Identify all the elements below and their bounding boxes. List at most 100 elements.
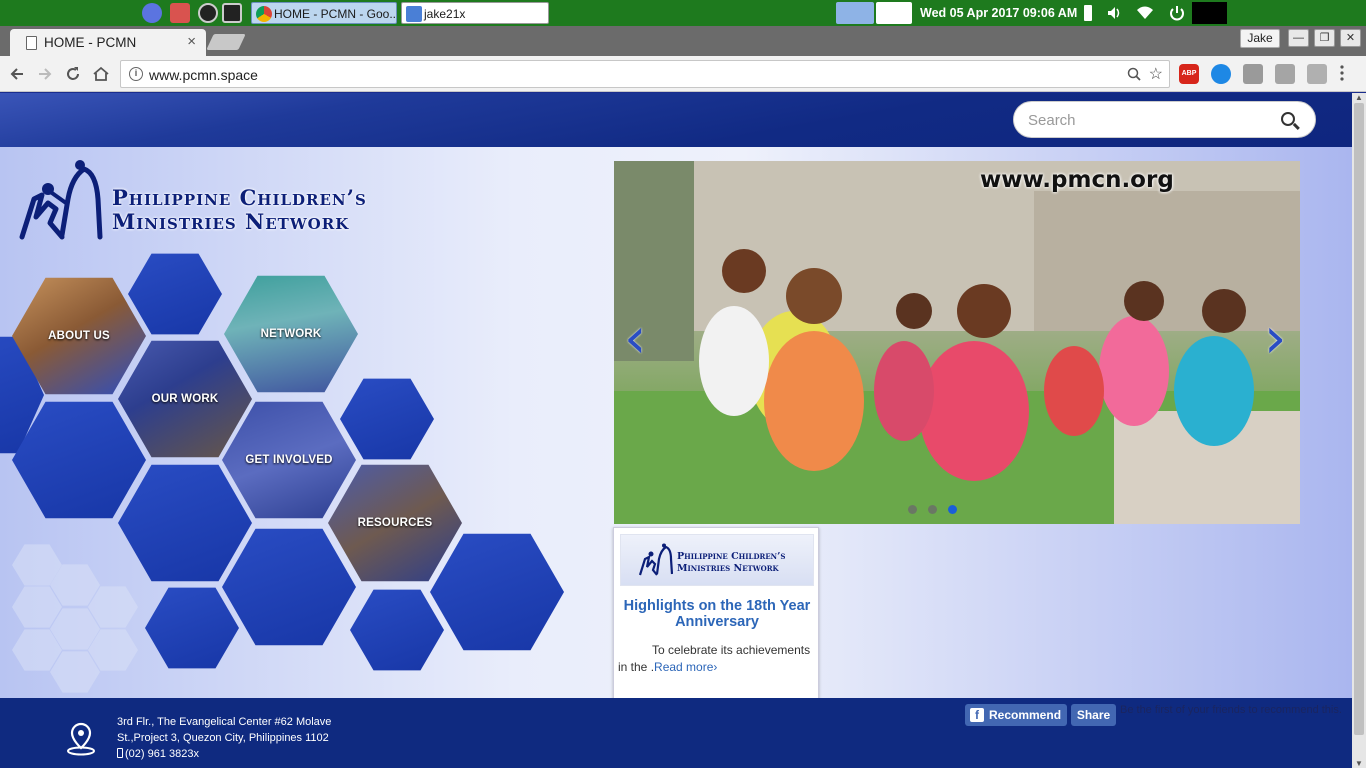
minimize-button[interactable]: — <box>1288 29 1309 47</box>
tab-home-pcmn[interactable]: HOME - PCMN × <box>10 29 206 56</box>
tray-chrome-icon[interactable] <box>836 2 874 24</box>
facebook-recommend-button[interactable]: f Recommend <box>965 704 1067 726</box>
folder-icon <box>406 6 422 22</box>
news-excerpt: To celebrate its achievements in the .Re… <box>618 642 816 676</box>
page-icon <box>26 36 37 50</box>
reload-icon <box>67 67 79 80</box>
scrollbar-thumb[interactable] <box>1354 103 1364 735</box>
carousel-next-icon[interactable]: › <box>1264 311 1294 371</box>
facebook-icon: f <box>970 708 984 722</box>
decorative-hex <box>430 533 564 651</box>
zoom-icon[interactable] <box>1127 65 1141 84</box>
bookmark-star-icon[interactable]: ☆ <box>1149 64 1163 84</box>
recommend-label: Recommend <box>989 708 1062 722</box>
logo-line-1: Philippine Children’s <box>112 185 367 210</box>
nav-resources[interactable]: RESOURCES <box>328 464 462 582</box>
os-taskbar: HOME - PCMN - Goo... jake21x Wed 05 Apr … <box>0 0 1366 26</box>
adblock-plus-icon[interactable]: ABP <box>1179 64 1199 84</box>
carousel-dot[interactable] <box>948 505 957 514</box>
carousel-indicators <box>908 501 968 514</box>
app-menu-icon[interactable] <box>142 3 162 23</box>
banner-url-text: www.pmcn.org <box>980 167 1174 193</box>
home-button[interactable] <box>90 63 112 85</box>
web-page: Philippine Children’s Ministries Network… <box>0 93 1352 768</box>
news-title[interactable]: Highlights on the 18th Year Anniversary <box>618 598 816 630</box>
extension-gray-icon[interactable] <box>1307 64 1327 84</box>
footer-address: 3rd Flr., The Evangelical Center #62 Mol… <box>117 714 331 762</box>
menu-icon[interactable] <box>1340 64 1346 84</box>
url-text[interactable]: www.pcmn.space <box>149 67 258 83</box>
back-arrow-icon <box>10 68 23 80</box>
facebook-social-text: Be the first of your friends to recommen… <box>1120 704 1342 716</box>
carousel-dot[interactable] <box>908 505 917 514</box>
search-bar[interactable] <box>1013 101 1316 138</box>
battery-icon[interactable] <box>1084 5 1092 21</box>
power-icon[interactable] <box>1168 4 1186 22</box>
cpu-monitor-icon <box>1192 2 1227 24</box>
task-folder[interactable]: jake21x <box>401 2 549 24</box>
phone-number: (02) 961 3823x <box>125 748 199 760</box>
browser-tab-strip: HOME - PCMN × Jake — ❐ ✕ <box>0 26 1366 56</box>
site-header <box>0 93 1352 147</box>
scroll-up-icon[interactable]: ▲ <box>1355 93 1363 102</box>
address-bar[interactable]: i www.pcmn.space ☆ <box>120 60 1170 88</box>
children-logo-icon <box>638 543 673 576</box>
scroll-down-icon[interactable]: ▼ <box>1355 759 1363 768</box>
address-line-2: St.,Project 3, Quezon City, Philippines … <box>117 732 329 744</box>
nav-our-work[interactable]: OUR WORK <box>118 340 252 458</box>
read-more-link[interactable]: Read more› <box>654 660 717 674</box>
nav-network[interactable]: NETWORK <box>224 275 358 393</box>
task-label: HOME - PCMN - Goo... <box>274 7 397 21</box>
browser-toolbar: i www.pcmn.space ☆ ABP <box>0 56 1366 92</box>
forward-arrow-icon <box>39 68 52 80</box>
site-footer: 3rd Flr., The Evangelical Center #62 Mol… <box>0 698 1352 768</box>
search-input[interactable] <box>1028 110 1268 130</box>
chrome-icon <box>256 6 272 22</box>
hero-carousel[interactable]: www.pmcn.org ‹ › <box>614 161 1300 524</box>
forward-button[interactable] <box>34 63 56 85</box>
reload-button[interactable] <box>62 63 84 85</box>
terminal-launcher-icon[interactable] <box>222 3 242 23</box>
carousel-dot[interactable] <box>928 505 937 514</box>
location-pin-icon <box>67 722 95 756</box>
decorative-hex <box>340 378 434 460</box>
wifi-icon[interactable] <box>1136 5 1154 21</box>
extension-blue-icon[interactable] <box>1211 64 1231 84</box>
back-button[interactable] <box>6 63 28 85</box>
address-line-1: 3rd Flr., The Evangelical Center #62 Mol… <box>117 716 332 728</box>
decorative-hex <box>222 528 356 646</box>
web-launcher-icon[interactable] <box>198 3 218 23</box>
decorative-hex <box>350 589 444 671</box>
thumb-logo-line-2: Ministries Network <box>677 563 779 574</box>
site-logo[interactable]: Philippine Children’s Ministries Network <box>12 159 412 245</box>
thumb-logo-line-1: Philippine Children’s <box>677 551 786 562</box>
files-launcher-icon[interactable] <box>170 3 190 23</box>
extension-cloud-icon[interactable] <box>1243 64 1263 84</box>
clock[interactable]: Wed 05 Apr 2017 09:06 AM <box>920 0 1077 26</box>
news-thumbnail: Philippine Children’s Ministries Network <box>620 534 814 586</box>
nav-label: OUR WORK <box>151 393 219 405</box>
task-chrome[interactable]: HOME - PCMN - Goo... <box>251 2 397 24</box>
maximize-button[interactable]: ❐ <box>1314 29 1335 47</box>
new-tab-button[interactable] <box>206 34 246 50</box>
site-info-icon[interactable]: i <box>129 67 143 81</box>
search-icon[interactable] <box>1281 112 1295 126</box>
tab-close-icon[interactable]: × <box>187 33 196 50</box>
nav-label: NETWORK <box>260 328 322 340</box>
facebook-share-button[interactable]: Share <box>1071 704 1116 726</box>
nav-label: ABOUT US <box>48 330 110 342</box>
carousel-prev-icon[interactable]: ‹ <box>624 311 654 371</box>
camera-icon[interactable] <box>1275 64 1295 84</box>
page-scrollbar[interactable]: ▲ ▼ <box>1352 93 1366 768</box>
children-logo-icon <box>19 160 103 240</box>
decorative-hex <box>118 464 252 582</box>
nav-get-involved[interactable]: GET INVOLVED <box>222 401 356 519</box>
window-close-button[interactable]: ✕ <box>1340 29 1361 47</box>
children-photo <box>614 161 1300 524</box>
tray-window-icon[interactable] <box>876 2 912 24</box>
task-label: jake21x <box>424 7 466 21</box>
decorative-hex <box>145 587 239 669</box>
profile-button[interactable]: Jake <box>1240 29 1280 48</box>
nav-label: RESOURCES <box>357 517 433 529</box>
volume-icon[interactable] <box>1106 5 1122 21</box>
